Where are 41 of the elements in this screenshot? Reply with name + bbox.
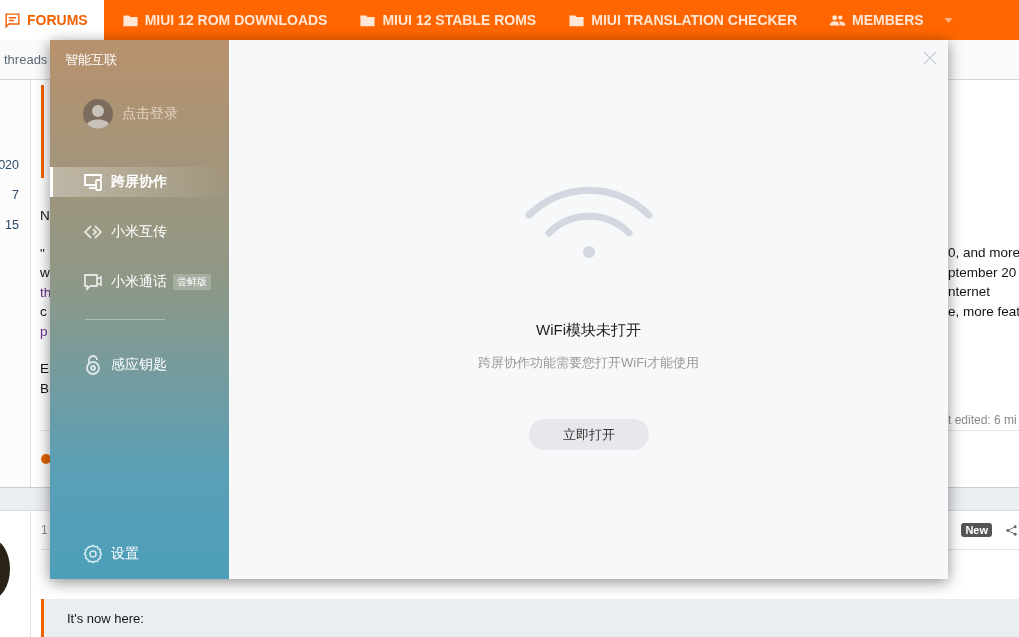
thread-stat: 7 — [12, 187, 19, 204]
nav-tab[interactable]: MIUI 12 ROM DOWNLOADS — [105, 0, 344, 40]
post-text: 0, and more — [948, 244, 1019, 262]
post-text: " — [40, 244, 46, 263]
window-title: 智能互联 — [65, 51, 118, 69]
nav-tab[interactable]: MEMBERS — [813, 0, 969, 40]
new-badge: New — [961, 523, 992, 537]
share-icon[interactable] — [1006, 524, 1017, 536]
video-call-icon — [83, 272, 103, 292]
post-text: ptember 20 — [948, 263, 1018, 282]
thread-stat: 15 — [5, 217, 19, 234]
settings-item[interactable]: 设置 — [50, 539, 229, 569]
sidebar-item[interactable]: 小米互传 — [50, 217, 229, 247]
avatar-icon — [83, 99, 113, 129]
message-title: WiFi模块未打开 — [536, 321, 641, 340]
post-text: p — [40, 322, 49, 341]
lock-icon — [83, 355, 103, 375]
beta-badge: 尝鲜版 — [173, 274, 211, 290]
post-number: 1 — [41, 523, 49, 537]
sidebar-item[interactable]: 感应钥匙 — [50, 350, 229, 380]
chat-icon — [4, 11, 21, 29]
sidebar-item[interactable]: 小米通话 尝鲜版 — [50, 267, 229, 297]
quote-text: It's now here: — [67, 611, 144, 626]
edited-note: t edited: 6 mi — [948, 412, 1018, 429]
post-text: w — [40, 264, 51, 282]
nav-tab[interactable]: MIUI 12 STABLE ROMS — [343, 0, 553, 40]
breadcrumb-link[interactable]: threads — [0, 52, 48, 67]
nav-tab[interactable]: FORUMS — [0, 0, 104, 40]
nav-tab[interactable]: MIUI TRANSLATION CHECKER — [552, 0, 814, 40]
post-text: nternet — [948, 283, 992, 301]
post-text: E — [40, 360, 50, 378]
login-link[interactable]: 点击登录 — [122, 105, 178, 123]
post-text: B — [40, 379, 50, 398]
message-text: 跨屏协作功能需要您打开WiFi才能使用 — [478, 354, 699, 372]
caret-icon — [943, 17, 953, 23]
devices-icon — [83, 172, 103, 192]
settings-icon — [83, 544, 103, 564]
post-text: N — [40, 207, 51, 225]
open-wifi-button[interactable]: 立即打开 — [528, 419, 649, 450]
post-text: th — [40, 283, 52, 302]
post-text: c — [40, 303, 48, 321]
